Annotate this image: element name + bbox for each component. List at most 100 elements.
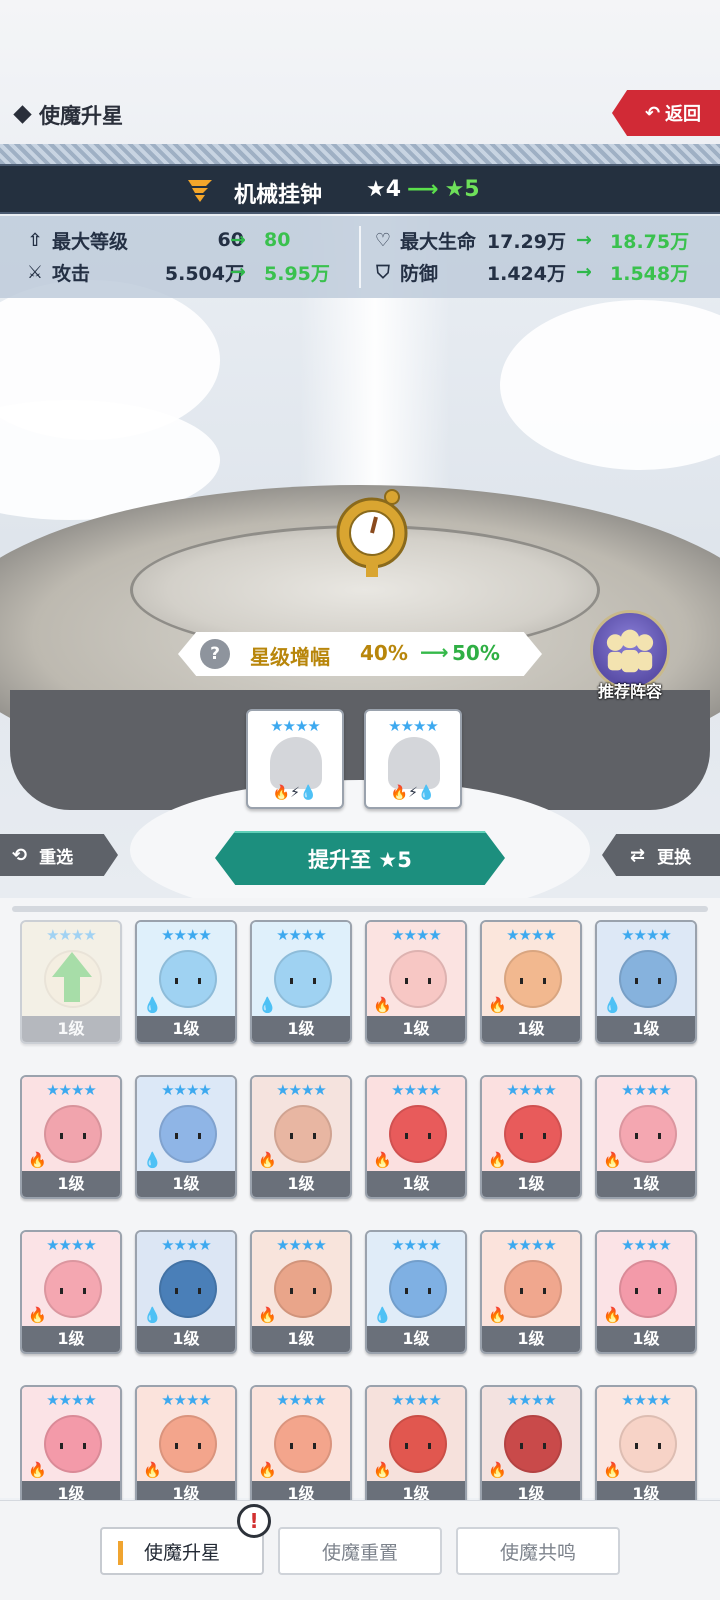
- unit-card[interactable]: ★★★★ 🔥 1级: [480, 920, 582, 1044]
- tab-star-upgrade[interactable]: 使魔升星: [100, 1527, 264, 1575]
- face-eyes: [635, 1443, 661, 1449]
- star-to: ★5: [444, 177, 480, 202]
- unit-card[interactable]: ★★★★ 💧 1级: [365, 1230, 467, 1354]
- stat-from: 17.29万: [486, 230, 566, 253]
- element-icon: 🔥: [373, 1151, 392, 1169]
- unit-card[interactable]: ★★★★ 🔥 1级: [20, 1230, 122, 1354]
- element-icon: 💧: [143, 1306, 162, 1324]
- back-button-label: 返回: [665, 104, 702, 125]
- reselect-button[interactable]: ⟲ 重选: [0, 834, 118, 876]
- stat-attack: ⚔ 攻击 5.504万 → 5.95万: [24, 257, 344, 287]
- element-icon: 🔥: [488, 1306, 507, 1324]
- card-level: 1级: [367, 1481, 465, 1500]
- unit-card[interactable]: ★★★★ 💧 1级: [595, 920, 697, 1044]
- slot-stars: ★★★★: [388, 717, 439, 735]
- element-icon: 🔥: [28, 1151, 47, 1169]
- cloud: [500, 300, 720, 470]
- card-stars: ★★★★: [46, 926, 97, 944]
- upgrade-label: 提升至 ★5: [308, 848, 412, 872]
- alert-icon: !: [237, 1504, 271, 1538]
- stat-label: 防御: [400, 262, 439, 285]
- tab-resonance[interactable]: 使魔共鸣: [456, 1527, 620, 1575]
- face-eyes: [405, 1133, 431, 1139]
- card-stars: ★★★★: [46, 1236, 97, 1254]
- card-stars: ★★★★: [506, 1391, 557, 1409]
- arrow-icon: →: [576, 229, 592, 251]
- unit-card[interactable]: ★★★★ 🔥 1级: [595, 1075, 697, 1199]
- card-level: 1级: [597, 1481, 695, 1500]
- unit-card[interactable]: ★★★★ 🔥 1级: [365, 920, 467, 1044]
- card-stars: ★★★★: [506, 1081, 557, 1099]
- upgrade-button[interactable]: 提升至 ★5: [215, 831, 505, 885]
- unit-card[interactable]: ★★★★ 🔥 1级: [365, 1385, 467, 1500]
- material-slot[interactable]: ★★★★ 🔥⚡💧: [364, 709, 462, 809]
- active-indicator: [118, 1541, 123, 1565]
- card-stars: ★★★★: [391, 1081, 442, 1099]
- unit-card[interactable]: ★★★★ 💧 1级: [135, 1075, 237, 1199]
- unit-card[interactable]: ★★★★ 🔥 1级: [480, 1230, 582, 1354]
- boost-to: 50%: [452, 641, 500, 665]
- arrow-icon: ⟶: [407, 177, 439, 202]
- slot-stars: ★★★★: [270, 717, 321, 735]
- card-level: 1级: [22, 1481, 120, 1500]
- back-button[interactable]: ↶ 返回: [612, 90, 720, 136]
- stat-max-hp: ♡ 最大生命 17.29万 → 18.75万: [372, 225, 702, 255]
- face-eyes: [60, 1133, 86, 1139]
- arrow-icon: →: [230, 261, 246, 283]
- element-icon: 💧: [143, 996, 162, 1014]
- element-icon: 🔥: [258, 1461, 277, 1479]
- face-eyes: [175, 1288, 201, 1294]
- swap-label: 更换: [657, 847, 692, 868]
- element-icon: 💧: [603, 996, 622, 1014]
- card-level: 1级: [597, 1016, 695, 1042]
- face-eyes: [175, 1443, 201, 1449]
- stats-divider: [359, 226, 361, 288]
- recommend-team-button[interactable]: 推荐阵容: [585, 610, 675, 702]
- hooded-silhouette-icon: [388, 737, 440, 789]
- face-eyes: [175, 978, 201, 984]
- face-eyes: [405, 978, 431, 984]
- swap-button[interactable]: ⇄ 更换: [602, 834, 720, 876]
- unit-name-band: 机械挂钟 ★4 ⟶ ★5: [0, 164, 720, 214]
- tab-reset[interactable]: 使魔重置: [278, 1527, 442, 1575]
- card-level: 1级: [252, 1171, 350, 1197]
- stat-defense: ⛉ 防御 1.424万 → 1.548万: [372, 257, 702, 287]
- bottom-tab-bar: 使魔升星 使魔重置 使魔共鸣: [0, 1500, 720, 1600]
- stat-label: 最大等级: [52, 230, 129, 253]
- scrollbar[interactable]: [12, 906, 708, 912]
- card-level: 1级: [22, 1016, 120, 1042]
- unit-card[interactable]: ★★★★ 🔥 1级: [480, 1385, 582, 1500]
- unit-card[interactable]: ★★★★ 🔥 1级: [250, 1385, 352, 1500]
- unit-card[interactable]: ★★★★ 🔥 1级: [365, 1075, 467, 1199]
- unit-card[interactable]: ★★★★ 🔥 1级: [20, 1385, 122, 1500]
- element-icon: 🔥: [373, 996, 392, 1014]
- unit-name: 机械挂钟: [234, 183, 323, 208]
- star-boost-pill: ? 星级增幅 40% ⟶ 50%: [178, 632, 542, 676]
- unit-card[interactable]: ★★★★ 🔥 1级: [20, 1075, 122, 1199]
- card-stars: ★★★★: [161, 1081, 212, 1099]
- star-change: ★4 ⟶ ★5: [366, 177, 480, 202]
- stripe-band: [0, 144, 720, 164]
- card-stars: ★★★★: [621, 926, 672, 944]
- help-icon[interactable]: ?: [200, 639, 230, 669]
- unit-card[interactable]: ★★★★ 💧 1级: [135, 920, 237, 1044]
- unit-card[interactable]: ★★★★ 🔥 1级: [595, 1230, 697, 1354]
- element-icon: 🔥: [488, 996, 507, 1014]
- element-icon: 🔥: [28, 1461, 47, 1479]
- element-icon: 🔥: [488, 1461, 507, 1479]
- material-slot[interactable]: ★★★★ 🔥⚡💧: [246, 709, 344, 809]
- unit-card[interactable]: ★★★★ 🔥 1级: [595, 1385, 697, 1500]
- unit-card[interactable]: ★★★★ 💧 1级: [250, 920, 352, 1044]
- boost-from: 40%: [360, 641, 408, 665]
- unit-card[interactable]: ★★★★ 🔥 1级: [135, 1385, 237, 1500]
- card-stars: ★★★★: [46, 1081, 97, 1099]
- unit-card[interactable]: ★★★★ 💧 1级: [135, 1230, 237, 1354]
- element-icon: 🔥: [28, 1306, 47, 1324]
- unit-card[interactable]: ★★★★ 🔥 1级: [250, 1230, 352, 1354]
- unit-card[interactable]: ★★★★ 🔥 1级: [480, 1075, 582, 1199]
- element-icon: 💧: [258, 996, 277, 1014]
- card-stars: ★★★★: [391, 1236, 442, 1254]
- unit-card[interactable]: ★★★★ 🔥 1级: [250, 1075, 352, 1199]
- unit-card[interactable]: ★★★★ 1级: [20, 920, 122, 1044]
- card-level: 1级: [482, 1326, 580, 1352]
